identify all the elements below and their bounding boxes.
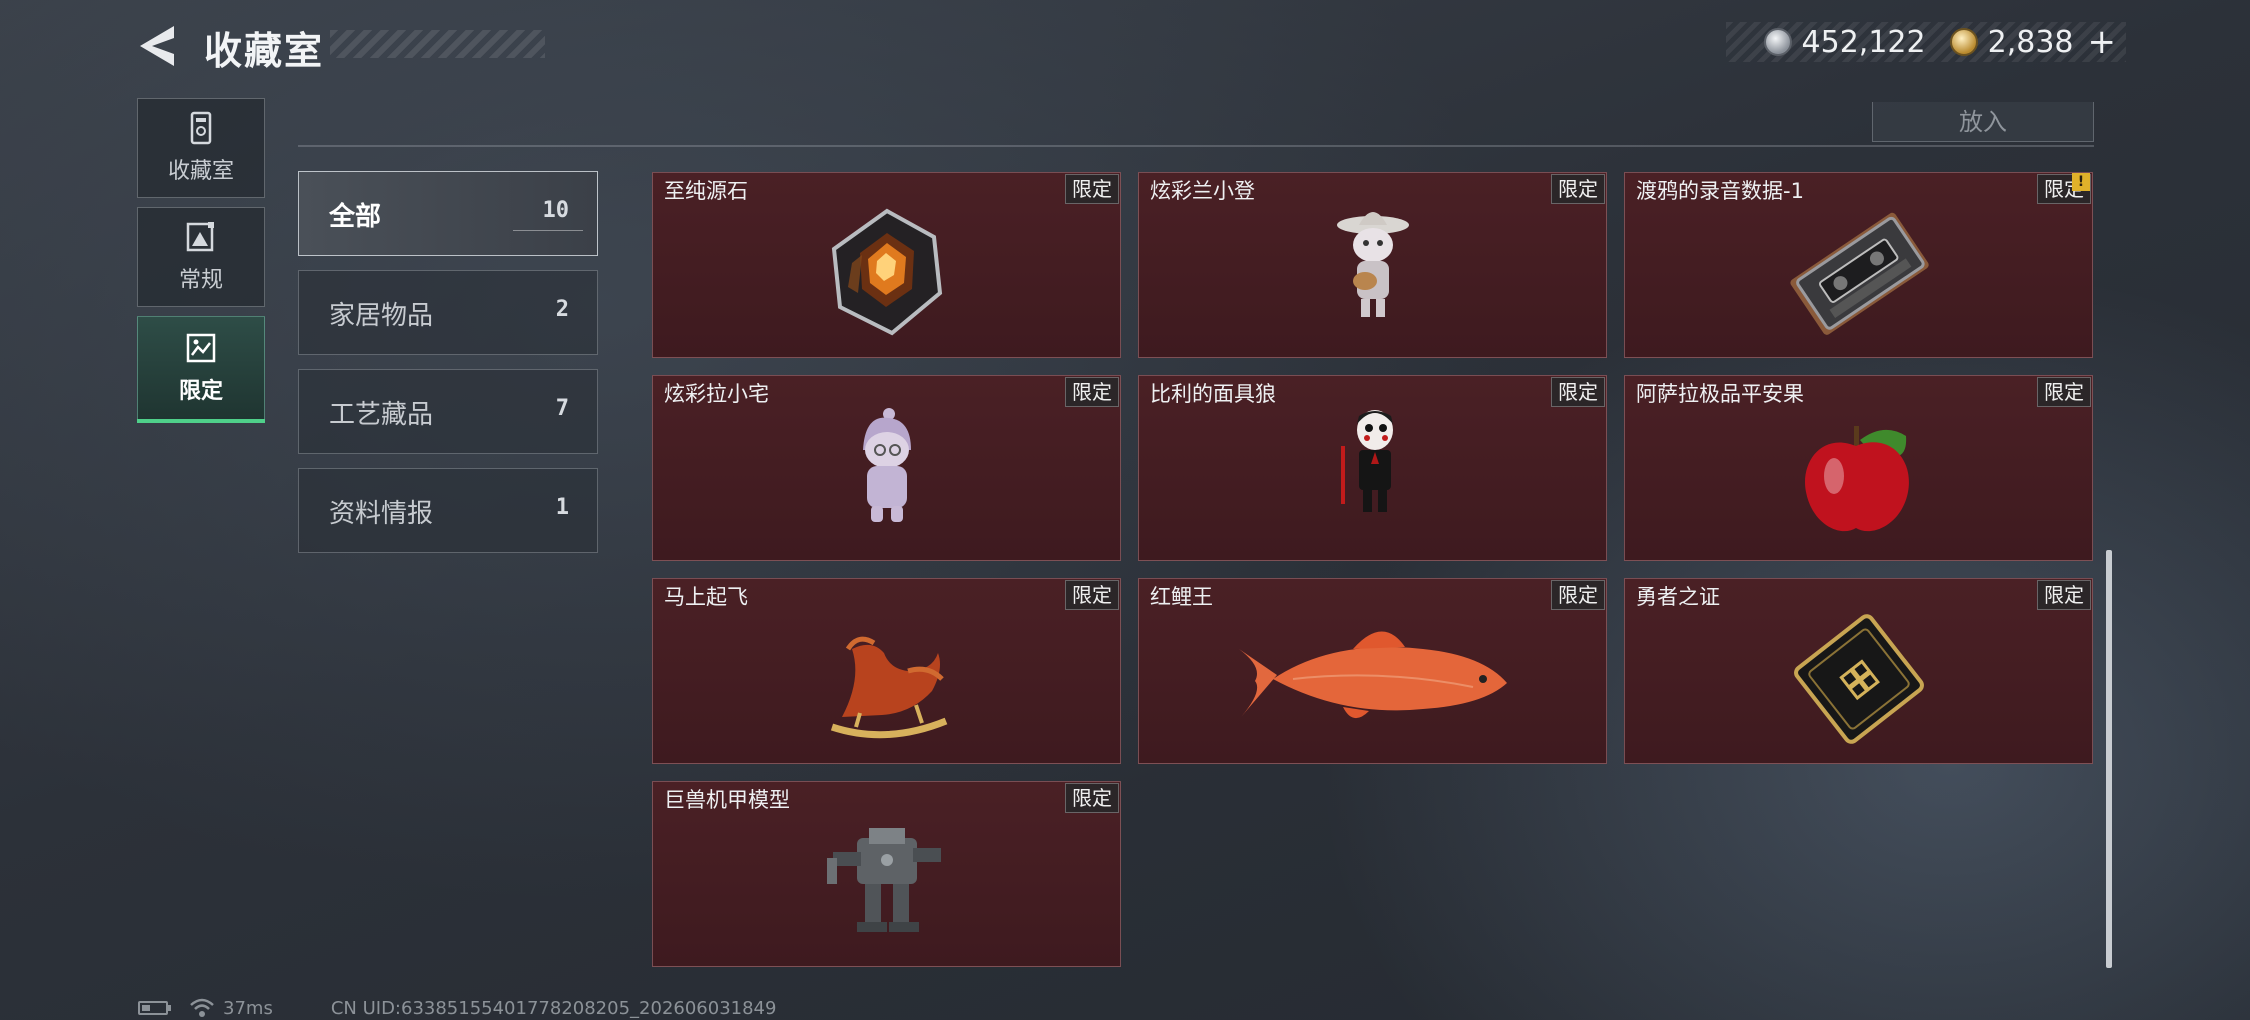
item-name: 比利的面具狼 [1150, 382, 1276, 406]
back-button[interactable] [138, 24, 178, 68]
filter-label: 工艺藏品 [329, 400, 434, 430]
filter-all[interactable]: 全部 10 [298, 171, 598, 256]
hooded-figurine-icon [862, 408, 911, 522]
nav-tab-label: 收藏室 [167, 159, 234, 184]
item-name: 马上起飞 [664, 585, 748, 609]
sombrero-figurine-icon [1336, 212, 1409, 317]
warning-badge-icon: ! [2072, 173, 2090, 191]
item-name: 红鲤王 [1150, 585, 1213, 609]
battery-tip [168, 1005, 171, 1011]
section-title-clipped [300, 84, 307, 102]
filter-household[interactable]: 家居物品 2 [298, 270, 598, 355]
rocking-horse-icon [830, 636, 947, 739]
limited-tag: 限定 [1551, 174, 1605, 204]
limited-tag: 限定 [1551, 377, 1605, 407]
limited-tag: 限定 [1551, 580, 1605, 610]
gold-coin-icon [1949, 28, 1978, 56]
puppet-figure-icon [1340, 410, 1393, 512]
item-card[interactable]: 渡鸦的录音数据-1 限定 ! [1624, 172, 2093, 358]
silver-coin-icon [1763, 28, 1792, 56]
filter-label: 家居物品 [329, 301, 434, 331]
currency-bar: 452,122 2,838 + [1726, 22, 2126, 62]
nav-tab-limited[interactable]: 限定 [137, 316, 265, 423]
limited-tag: 限定 [1065, 783, 1119, 813]
filter-underline [513, 230, 583, 231]
item-card[interactable]: 炫彩兰小登 限定 [1138, 172, 1607, 358]
item-grid: 至纯源石 限定 炫彩兰小登 限定 渡鸦的录音数据-1 限定 ! 炫彩拉小宅 限定… [652, 172, 2094, 967]
item-card[interactable]: 炫彩拉小宅 限定 [652, 375, 1121, 561]
wifi-icon [190, 998, 214, 1017]
nav-tab-regular[interactable]: 常规 [137, 207, 265, 307]
crystal-gem-icon [831, 208, 942, 336]
item-name: 巨兽机甲模型 [664, 788, 790, 812]
nav-tab-label: 限定 [178, 379, 223, 404]
limited-tag: 限定 [2037, 580, 2091, 610]
nav-tab-collection-room[interactable]: 收藏室 [137, 98, 265, 198]
filter-count: 1 [555, 495, 569, 520]
item-card[interactable]: 红鲤王 限定 [1138, 578, 1607, 764]
network-latency: 37ms [223, 997, 273, 1019]
put-in-button[interactable]: 放入 [1872, 102, 2094, 142]
item-card[interactable]: 阿萨拉极品平安果 限定 [1624, 375, 2093, 561]
item-card[interactable]: 比利的面具狼 限定 [1138, 375, 1607, 561]
item-card[interactable]: 勇者之证 限定 [1624, 578, 2093, 764]
mech-model-icon [826, 828, 941, 932]
item-name: 炫彩拉小宅 [664, 382, 769, 406]
limited-tag: 限定 [1065, 377, 1119, 407]
add-currency-button[interactable]: + [2088, 22, 2117, 62]
filter-count: 7 [555, 396, 569, 421]
red-carp-icon [1238, 631, 1507, 719]
black-gold-card-icon [1793, 614, 1924, 744]
header-divider [298, 145, 2094, 147]
grid-scrollbar[interactable] [2106, 550, 2112, 968]
status-bar: 37ms CN UID:633851554017782082​05_202606… [138, 996, 776, 1020]
limited-tag: 限定 [1065, 174, 1119, 204]
silver-coin-value: 452,122 [1801, 24, 1926, 60]
nav-tab-label: 常规 [178, 268, 223, 293]
item-name: 炫彩兰小登 [1150, 179, 1255, 203]
trophy-room-icon [190, 111, 212, 145]
item-card[interactable]: 巨兽机甲模型 限定 [652, 781, 1121, 967]
red-apple-icon [1804, 426, 1909, 532]
page-title: 收藏室 [204, 29, 325, 73]
limited-tag: 限定 [2037, 377, 2091, 407]
item-card[interactable]: 至纯源石 限定 [652, 172, 1121, 358]
filter-label: 全部 [329, 202, 382, 232]
item-name: 渡鸦的录音数据-1 [1636, 179, 1804, 203]
filter-craft[interactable]: 工艺藏品 7 [298, 369, 598, 454]
user-uid: CN UID:633851554017782082​05_20260603184… [330, 997, 777, 1019]
item-card[interactable]: 马上起飞 限定 [652, 578, 1121, 764]
image-frame-icon [186, 222, 214, 252]
filter-intel[interactable]: 资料情报 1 [298, 468, 598, 553]
title-decoration [330, 30, 545, 58]
item-name: 阿萨拉极品平安果 [1636, 382, 1804, 406]
gold-coin-value: 2,838 [1987, 24, 2074, 60]
filter-count: 2 [555, 297, 569, 322]
item-name: 至纯源石 [664, 179, 748, 203]
back-arrow-icon [140, 26, 174, 66]
limited-image-icon [186, 333, 216, 363]
top-bar: 收藏室 452,122 2,838 + [0, 0, 2250, 90]
limited-tag: 限定 [1065, 580, 1119, 610]
filter-count: 10 [542, 198, 570, 223]
side-nav: 收藏室 常规 限定 [137, 98, 267, 423]
filter-label: 资料情报 [329, 499, 434, 529]
category-filters: 全部 10 家居物品 2 工艺藏品 7 资料情报 1 [298, 171, 598, 567]
item-name: 勇者之证 [1636, 585, 1720, 609]
cassette-tape-icon [1789, 212, 1929, 335]
battery-icon [138, 1001, 168, 1015]
